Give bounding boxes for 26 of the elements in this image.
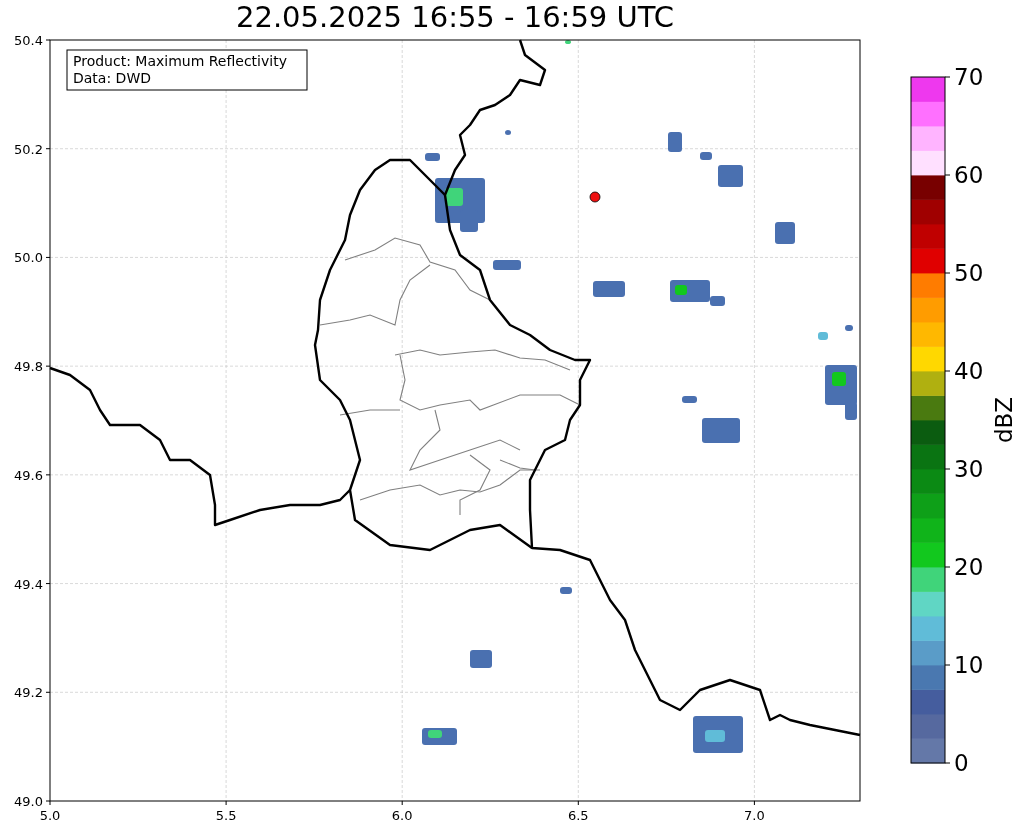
axis-tick-label: 6.0 xyxy=(391,808,413,823)
info-text: Product: Maximum Reflectivity xyxy=(73,53,287,69)
colorbar-tick-label: 70 xyxy=(954,64,984,90)
colorbar-tick-label: 60 xyxy=(954,162,984,188)
colorbar-tick-label: 30 xyxy=(954,456,984,482)
axis-tick-label: 49.8 xyxy=(14,359,43,375)
axis-tick-label: 49.2 xyxy=(14,685,43,701)
axis-tick-label: 50.2 xyxy=(14,141,43,157)
axis-tick-label: 49.4 xyxy=(14,576,43,592)
axis-tick-label: 50.4 xyxy=(14,33,43,48)
colorbar-label: dBZ xyxy=(991,396,1017,444)
axis-tick-label: 5.0 xyxy=(39,808,61,823)
axis-tick-label: 49.6 xyxy=(14,467,43,483)
location-marker xyxy=(589,191,601,203)
axis-tick-label: 7.0 xyxy=(744,808,765,823)
info-text: Data: DWD xyxy=(73,70,151,86)
axis-tick-label: 6.5 xyxy=(567,808,589,823)
colorbar-tick-label: 10 xyxy=(954,652,984,678)
colorbar-tick-label: 0 xyxy=(954,750,969,776)
colorbar-tick-label: 20 xyxy=(954,554,984,580)
axis-tick-label: 5.5 xyxy=(215,808,237,823)
colorbar-tick-label: 40 xyxy=(954,358,984,384)
axis-tick-label: 50.0 xyxy=(14,250,43,266)
colorbar-tick-label: 50 xyxy=(954,260,984,286)
axis-tick-label: 49.0 xyxy=(14,794,43,809)
chart-title: 22.05.2025 16:55 - 16:59 UTC xyxy=(236,3,674,32)
